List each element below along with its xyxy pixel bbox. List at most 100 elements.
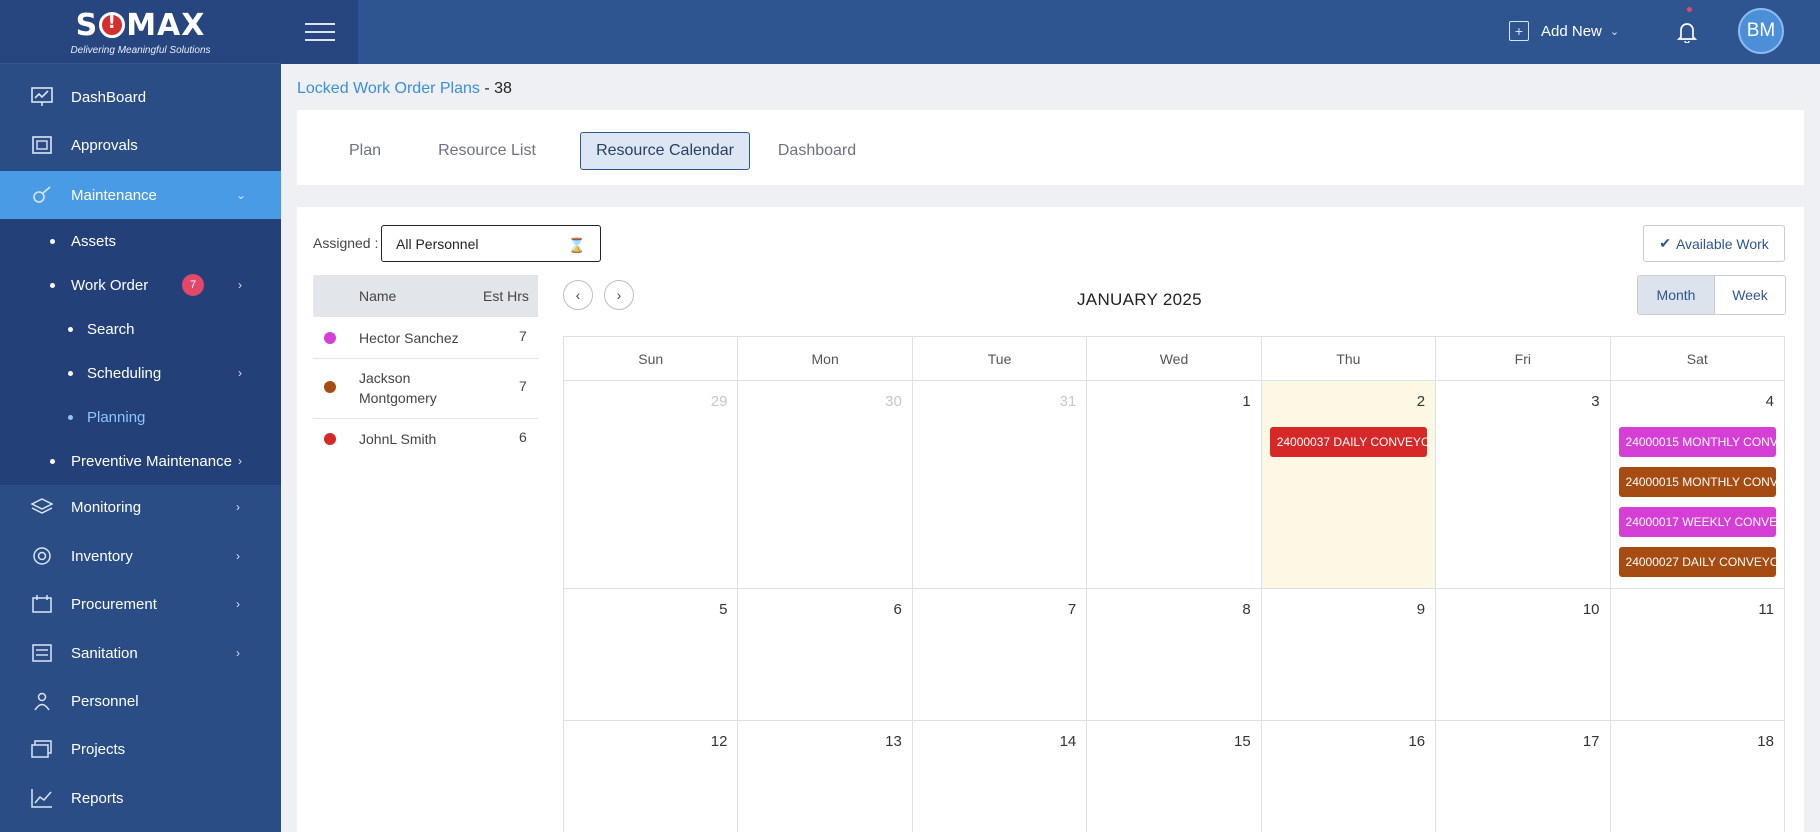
chevron-right-icon: ›: [236, 549, 240, 563]
resource-name: Jackson Montgomery: [359, 368, 437, 408]
sidebar-item-personnel[interactable]: Personnel: [0, 677, 281, 725]
calendar-event[interactable]: 24000027 DAILY CONVEYOR: [1618, 547, 1776, 577]
submenu-label: Assets: [71, 232, 117, 250]
day-number: 13: [885, 733, 902, 750]
weekday-label: Tue: [913, 337, 1088, 380]
add-new-button[interactable]: + Add New ⌄: [1509, 18, 1619, 44]
day-number: 12: [710, 733, 728, 750]
submenu-label: Search: [87, 320, 135, 338]
calendar-day[interactable]: 9: [1262, 589, 1437, 720]
calendar-day[interactable]: 14: [913, 721, 1088, 832]
calendar-day[interactable]: 16: [1262, 721, 1437, 832]
resource-row[interactable]: Jackson Montgomery 7: [313, 359, 538, 419]
assigned-select[interactable]: All Personnel ⌛: [381, 225, 601, 262]
bullet-icon: [50, 458, 55, 464]
resource-row[interactable]: Hector Sanchez 7: [313, 317, 538, 359]
calendar-event[interactable]: 24000015 MONTHLY CONVEYOR: [1618, 467, 1776, 497]
submenu-item-scheduling[interactable]: Scheduling ›: [0, 353, 281, 393]
notification-dot: [1687, 7, 1692, 12]
month-view-button[interactable]: Month: [1638, 276, 1715, 314]
calendar-day-today[interactable]: 2 24000037 DAILY CONVEYOR: [1261, 381, 1437, 588]
available-work-button[interactable]: ✔ Available Work: [1643, 225, 1785, 262]
resource-hours: 7: [519, 328, 527, 344]
calendar-day[interactable]: 13: [738, 721, 913, 832]
calendar-day[interactable]: 17: [1436, 721, 1611, 832]
calendar-day[interactable]: 6: [738, 589, 913, 720]
calendar-event[interactable]: 24000037 DAILY CONVEYOR: [1269, 427, 1428, 457]
calendar-day[interactable]: 10: [1436, 589, 1611, 720]
calendar-event[interactable]: 24000015 MONTHLY CONVEYOR: [1618, 427, 1776, 457]
day-number: 1: [1242, 393, 1251, 410]
sidebar-item-sanitation[interactable]: Sanitation ›: [0, 629, 281, 677]
submenu-item-search[interactable]: Search: [0, 309, 281, 349]
resource-row[interactable]: JohnL Smith 6: [313, 419, 538, 459]
submenu-item-assets[interactable]: Assets: [0, 221, 281, 261]
tab-dashboard[interactable]: Dashboard: [767, 132, 867, 170]
sidebar-item-approvals[interactable]: Approvals: [0, 121, 281, 169]
day-number: 4: [1765, 393, 1774, 410]
chevron-left-icon: ‹: [575, 287, 581, 303]
sidebar-item-inventory[interactable]: Inventory ›: [0, 532, 281, 580]
column-header-est-hrs[interactable]: Est Hrs: [483, 288, 529, 304]
submenu-label: Preventive Maintenance: [71, 452, 232, 470]
tab-resource-calendar[interactable]: Resource Calendar: [580, 132, 750, 170]
breadcrumb-link[interactable]: Locked Work Order Plans: [297, 80, 480, 97]
notifications-button[interactable]: [1673, 18, 1701, 46]
calendar-day[interactable]: 11: [1611, 589, 1784, 720]
calendar-day[interactable]: 31: [913, 381, 1088, 588]
column-header-name[interactable]: Name: [359, 288, 396, 304]
submenu-item-planning[interactable]: Planning: [0, 397, 281, 437]
calendar-day[interactable]: 30: [738, 381, 913, 588]
inventory-icon: [30, 545, 54, 567]
submenu-item-work-order[interactable]: Work Order 7 ›: [0, 265, 281, 305]
assigned-label: Assigned :: [313, 235, 379, 251]
calendar-event[interactable]: 24000017 WEEKLY CONVEYOR: [1618, 507, 1776, 537]
calendar-week: 5 6 7 8 9 10 11: [563, 588, 1785, 720]
calendar-day[interactable]: 7: [913, 589, 1088, 720]
calendar-day[interactable]: 5: [564, 589, 739, 720]
logo-wordmark: S MAX: [76, 8, 206, 43]
calendar-day[interactable]: 3: [1436, 381, 1611, 588]
calendar-day[interactable]: 8: [1087, 589, 1262, 720]
sidebar-item-dashboard[interactable]: DashBoard: [0, 73, 281, 121]
sidebar-item-maintenance[interactable]: Maintenance ⌄: [0, 171, 281, 219]
user-avatar[interactable]: BM: [1738, 8, 1784, 54]
resource-hours: 6: [519, 429, 527, 445]
chevron-down-icon: ⌄: [236, 188, 247, 202]
bell-icon: [1677, 23, 1697, 43]
tabs-panel: Plan Resource List Resource Calendar Das…: [297, 110, 1804, 185]
calendar-day[interactable]: 4 24000015 MONTHLY CONVEYOR 24000015 MON…: [1611, 381, 1784, 588]
submenu-item-preventive-maintenance[interactable]: Preventive Maintenance ›: [0, 441, 281, 481]
logo-letters-max: MAX: [126, 7, 206, 43]
breadcrumb-count: 38: [494, 80, 512, 97]
bullet-icon: [68, 326, 73, 332]
weekday-label: Sun: [564, 337, 739, 380]
calendar-day[interactable]: 15: [1087, 721, 1262, 832]
calendar-week: 29 30 31 1 2 24000037 DAILY CONVEYOR 3 4…: [563, 380, 1785, 588]
calendar-day[interactable]: 12: [564, 721, 739, 832]
calendar-day[interactable]: 18: [1611, 721, 1784, 832]
calendar-day[interactable]: 29: [564, 381, 739, 588]
approvals-icon: [30, 134, 54, 156]
brand-logo[interactable]: S MAX Delivering Meaningful Solutions: [0, 0, 281, 64]
calendar-week: 12 13 14 15 16 17 18: [563, 720, 1785, 832]
calendar-day[interactable]: 1: [1087, 381, 1262, 588]
logo-letter-s: S: [75, 7, 99, 43]
day-number: 2: [1416, 393, 1426, 410]
bullet-icon: [50, 238, 55, 244]
next-month-button[interactable]: ›: [604, 280, 634, 310]
day-number: 14: [1059, 733, 1077, 750]
sidebar-item-reports[interactable]: Reports: [0, 774, 281, 822]
week-view-button[interactable]: Week: [1715, 276, 1785, 314]
logo-tagline: Delivering Meaningful Solutions: [70, 44, 211, 56]
breadcrumb-separator: -: [479, 80, 495, 97]
sidebar-item-procurement[interactable]: Procurement ›: [0, 580, 281, 628]
tab-plan[interactable]: Plan: [321, 132, 409, 170]
menu-toggle-button[interactable]: [281, 0, 358, 64]
prev-month-button[interactable]: ‹: [563, 280, 593, 310]
sidebar-item-label: Inventory: [71, 547, 133, 565]
sidebar-item-projects[interactable]: Projects: [0, 725, 281, 773]
tab-resource-list[interactable]: Resource List: [427, 132, 547, 170]
sidebar-item-monitoring[interactable]: Monitoring ›: [0, 483, 281, 531]
sidebar-item-label: Monitoring: [71, 498, 142, 516]
